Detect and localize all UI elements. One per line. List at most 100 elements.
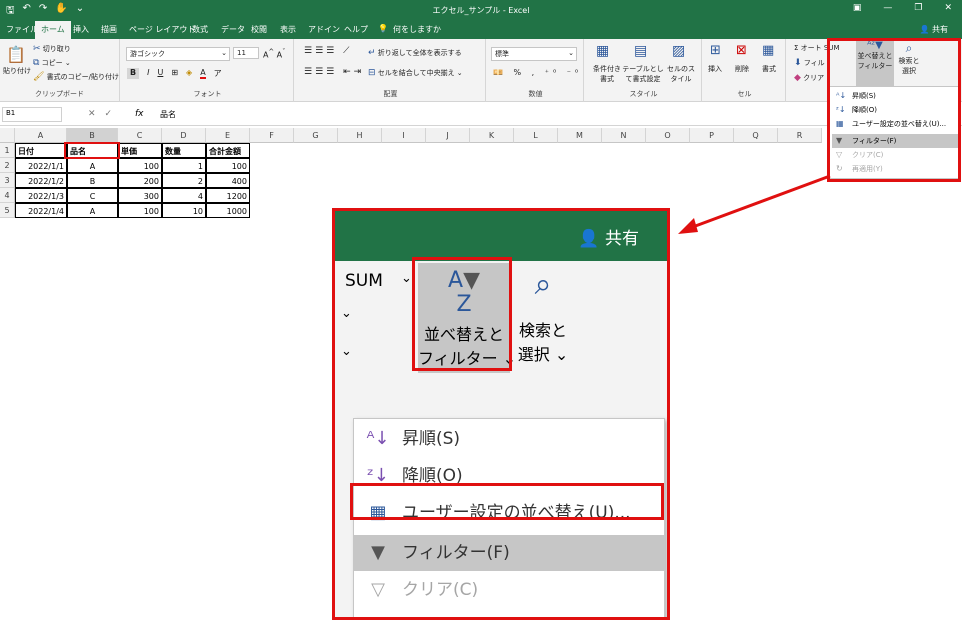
grow-font-button[interactable]: A^ Aˇ [263,48,285,60]
column-header-m[interactable]: M [558,128,602,143]
zoom-autosum-chevron[interactable]: ⌄ [401,271,412,286]
zoom-autosum[interactable]: SUM [345,271,383,291]
tab-view[interactable]: 表示 [280,24,296,35]
zoom-clear-chevron[interactable]: ⌄ [341,344,352,359]
horizontal-align-icons[interactable]: ☰☰☰ ⇤⇥ [304,67,364,77]
clear-button[interactable]: ◆ クリア [794,73,824,83]
column-header-o[interactable]: O [646,128,690,143]
table-cell[interactable]: 4 [162,188,206,203]
number-format-select[interactable]: 標準 ⌄ [491,47,577,61]
column-header-q[interactable]: Q [734,128,778,143]
name-box[interactable]: B1 [2,107,62,122]
table-cell[interactable]: C [67,188,118,203]
zoom-find-select-button[interactable]: ⌕ 検索と 選択 ⌄ [515,267,571,365]
column-header-p[interactable]: P [690,128,734,143]
column-header-i[interactable]: I [382,128,426,143]
formula-input[interactable]: 品名 [160,109,176,120]
table-cell[interactable]: 100 [118,158,162,173]
delete-button[interactable]: 削除 [735,64,749,74]
tab-page-layout[interactable]: ページ レイアウト [129,24,195,35]
border-icon[interactable]: ⊞ [171,68,178,79]
fill-color-icon[interactable]: ◈ [186,68,192,79]
tab-formulas[interactable]: 数式 [192,24,208,35]
table-cell[interactable]: 1000 [206,203,250,218]
tab-help[interactable]: ヘルプ [344,24,368,35]
ribbon-display-icon[interactable]: ▣ [853,3,862,13]
number-format-buttons[interactable]: 💴 % , ⁺⁰ ⁻⁰ [493,68,582,77]
row-header-1[interactable]: 1 [0,143,15,158]
tab-addins[interactable]: アドイン [308,24,340,35]
column-header-l[interactable]: L [514,128,558,143]
table-header-cell[interactable]: 数量 [162,143,206,158]
row-header-5[interactable]: 5 [0,203,15,218]
minimize-icon[interactable]: — [883,3,892,13]
table-cell[interactable]: 2022/1/3 [15,188,67,203]
column-header-d[interactable]: D [162,128,206,143]
row-header-2[interactable]: 2 [0,158,15,173]
copy-button[interactable]: ⧉ コピー ⌄ [33,58,71,68]
table-cell[interactable]: 200 [118,173,162,188]
column-header-e[interactable]: E [206,128,250,143]
tab-file[interactable]: ファイル [6,24,38,35]
font-size-select[interactable]: 11 [233,47,259,59]
tab-data[interactable]: データ [221,24,245,35]
menu-item-filter[interactable]: ▼ フィルター(F) [354,535,664,571]
share-button[interactable]: 👤 共有 [919,24,948,35]
row-header-4[interactable]: 4 [0,188,15,203]
format-as-table-button[interactable]: テーブルとして書式設定 [622,64,664,84]
table-cell[interactable]: 10 [162,203,206,218]
wrap-text-button[interactable]: ↵ 折り返して全体を表示する [368,48,462,58]
font-color-icon[interactable]: A [200,68,206,79]
format-painter-button[interactable]: 🖌 書式のコピー/貼り付け [33,72,119,82]
format-button[interactable]: 書式 [762,64,776,74]
fill-button[interactable]: ⬇ フィル [794,58,825,68]
font-name-select[interactable]: 游ゴシック ⌄ [126,47,230,61]
menu-item-sort-asc[interactable]: ᴬ↓ 昇順(S) [354,421,664,457]
formula-buttons[interactable]: ✕✓ [88,109,121,119]
zoom-share-button[interactable]: 👤 共有 [578,224,639,249]
paste-button[interactable]: 貼り付け [3,66,31,76]
table-cell[interactable]: 100 [118,203,162,218]
cut-button[interactable]: ✂ 切り取り [33,44,71,54]
table-cell[interactable]: 100 [206,158,250,173]
tell-me-box[interactable]: 何をしますか [393,24,441,35]
paste-icon[interactable]: 📋 [6,45,26,64]
table-cell[interactable]: 1200 [206,188,250,203]
select-all-corner[interactable] [0,128,15,143]
tab-home[interactable]: ホーム [35,21,71,39]
insert-button[interactable]: 挿入 [708,64,722,74]
table-cell[interactable]: 1 [162,158,206,173]
row-header-3[interactable]: 3 [0,173,15,188]
underline-button[interactable]: U [157,68,163,79]
italic-button[interactable]: I [147,68,149,79]
fx-icon[interactable]: fx [135,109,144,119]
close-icon[interactable]: ✕ [944,3,952,13]
table-cell[interactable]: B [67,173,118,188]
conditional-format-button[interactable]: 条件付き書式 [590,64,624,84]
zoom-fill-chevron[interactable]: ⌄ [341,306,352,321]
merge-center-button[interactable]: ⊟ セルを結合して中央揃え ⌄ [368,68,463,78]
vertical-align-icons[interactable]: ☰☰☰ ⟋ [304,46,352,56]
table-cell[interactable]: 2022/1/4 [15,203,67,218]
table-cell[interactable]: A [67,158,118,173]
table-cell[interactable]: 2022/1/1 [15,158,67,173]
phonetic-icon[interactable]: ア [214,68,222,79]
column-header-f[interactable]: F [250,128,294,143]
tab-review[interactable]: 校閲 [251,24,267,35]
cell-styles-button[interactable]: セルのスタイル [666,64,696,84]
restore-icon[interactable]: ❐ [914,3,922,13]
tab-insert[interactable]: 挿入 [73,24,89,35]
column-header-c[interactable]: C [118,128,162,143]
table-cell[interactable]: 300 [118,188,162,203]
column-header-h[interactable]: H [338,128,382,143]
table-cell[interactable]: 400 [206,173,250,188]
table-cell[interactable]: 2022/1/2 [15,173,67,188]
column-header-g[interactable]: G [294,128,338,143]
column-header-j[interactable]: J [426,128,470,143]
column-header-r[interactable]: R [778,128,822,143]
column-header-b[interactable]: B [67,128,118,143]
table-cell[interactable]: 2 [162,173,206,188]
tab-draw[interactable]: 描画 [101,24,117,35]
table-header-cell[interactable]: 単価 [118,143,162,158]
table-header-cell[interactable]: 合計金額 [206,143,250,158]
